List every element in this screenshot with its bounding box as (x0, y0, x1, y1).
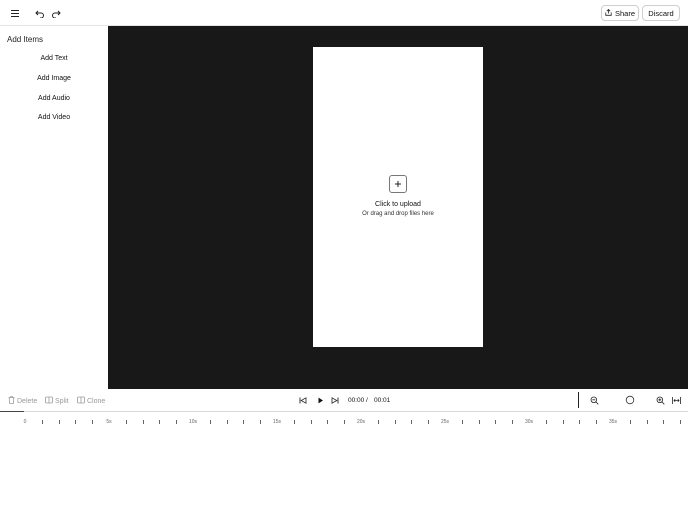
timeline-tick (209, 420, 211, 424)
sidebar: Add Items Add Text Add Image Add Audio A… (0, 26, 108, 389)
upload-title: Click to upload (375, 201, 421, 208)
timeline-tick (377, 420, 379, 424)
video-frame[interactable]: Click to upload Or drag and drop files h… (313, 47, 483, 347)
split-label: Split (55, 397, 69, 405)
timeline-tick (579, 420, 581, 424)
share-label: Share (614, 8, 635, 18)
playhead-progress (0, 411, 24, 412)
share-button[interactable]: Share (601, 5, 639, 21)
canvas-stage: Click to upload Or drag and drop files h… (108, 26, 688, 389)
timeline-tick (226, 420, 228, 424)
timeline-tick (461, 420, 463, 424)
total-time: 00:01 (374, 397, 391, 404)
timeline-tick (159, 420, 161, 424)
delete-button[interactable]: Delete (8, 396, 37, 406)
timeline-tick (41, 420, 43, 424)
toolbar-divider (578, 392, 579, 408)
clone-button[interactable]: Clone (77, 396, 105, 406)
upload-subtitle: Or drag and drop files here (362, 211, 434, 217)
timeline-tick (58, 420, 60, 424)
timeline-label: 30s (524, 419, 534, 425)
timeline-tick (512, 420, 514, 424)
timeline-tick (92, 420, 94, 424)
timeline-tick (243, 420, 245, 424)
top-bar: Share Discard (0, 0, 688, 26)
timeline-tick (680, 420, 682, 424)
share-icon (605, 8, 612, 18)
redo-icon[interactable] (49, 6, 63, 20)
timeline-tick (310, 420, 312, 424)
discard-label: Discard (648, 8, 674, 18)
timeline-label: 10s (188, 419, 198, 425)
timeline-tick (596, 420, 598, 424)
discard-button[interactable]: Discard (642, 5, 680, 21)
timeline-tick (478, 420, 480, 424)
timeline-tick (411, 420, 413, 424)
timeline-tick (125, 420, 127, 424)
split-button[interactable]: Split (45, 396, 69, 406)
timeline-toolbar: Delete Split Clone 00:00 / 00:01 (0, 389, 688, 411)
timeline-tick (75, 420, 77, 424)
skip-back-icon[interactable] (298, 395, 308, 405)
clone-label: Clone (87, 397, 106, 405)
delete-label: Delete (17, 397, 38, 405)
undo-icon[interactable] (33, 6, 47, 20)
timeline-tick (562, 420, 564, 424)
split-icon (45, 396, 53, 406)
add-video-item[interactable]: Add Video (0, 114, 108, 121)
zoom-out-icon[interactable] (589, 395, 599, 405)
skip-forward-icon[interactable] (330, 395, 340, 405)
timeline-tick (142, 420, 144, 424)
play-icon[interactable] (315, 395, 325, 405)
fit-timeline-icon[interactable] (671, 395, 681, 405)
timeline-tick (260, 420, 262, 424)
time-separator: / (366, 397, 368, 404)
timeline-track[interactable] (0, 411, 688, 412)
plus-icon (394, 175, 402, 193)
timeline-tick (176, 420, 178, 424)
timeline-tick (293, 420, 295, 424)
current-time: 00:00 (348, 397, 365, 404)
timeline-label: 0 (23, 419, 27, 425)
timeline-tick (394, 420, 396, 424)
upload-button[interactable] (389, 175, 407, 193)
timeline-label: 25s (440, 419, 450, 425)
timeline-tick (344, 420, 346, 424)
timeline-tick (646, 420, 648, 424)
timeline-label: 20s (356, 419, 366, 425)
timeline-tick (428, 420, 430, 424)
timeline-tick (327, 420, 329, 424)
timeline-label: 15s (272, 419, 282, 425)
timeline-tick (663, 420, 665, 424)
add-image-item[interactable]: Add Image (0, 75, 108, 82)
zoom-in-icon[interactable] (655, 395, 665, 405)
timeline-tick (545, 420, 547, 424)
menu-icon[interactable] (8, 6, 22, 20)
add-text-item[interactable]: Add Text (0, 55, 108, 62)
timeline-tick (629, 420, 631, 424)
sidebar-title: Add Items (7, 35, 44, 44)
timeline-tick (495, 420, 497, 424)
trash-icon (8, 396, 15, 406)
timeline-label: 35s (608, 419, 618, 425)
zoom-slider-handle[interactable] (625, 395, 635, 405)
timeline-ruler[interactable]: 0 5s 10s 15s 20s 25s 30s 35s (0, 414, 688, 434)
timeline-label: 5s (106, 419, 112, 425)
add-audio-item[interactable]: Add Audio (0, 95, 108, 102)
clone-icon (77, 396, 85, 406)
